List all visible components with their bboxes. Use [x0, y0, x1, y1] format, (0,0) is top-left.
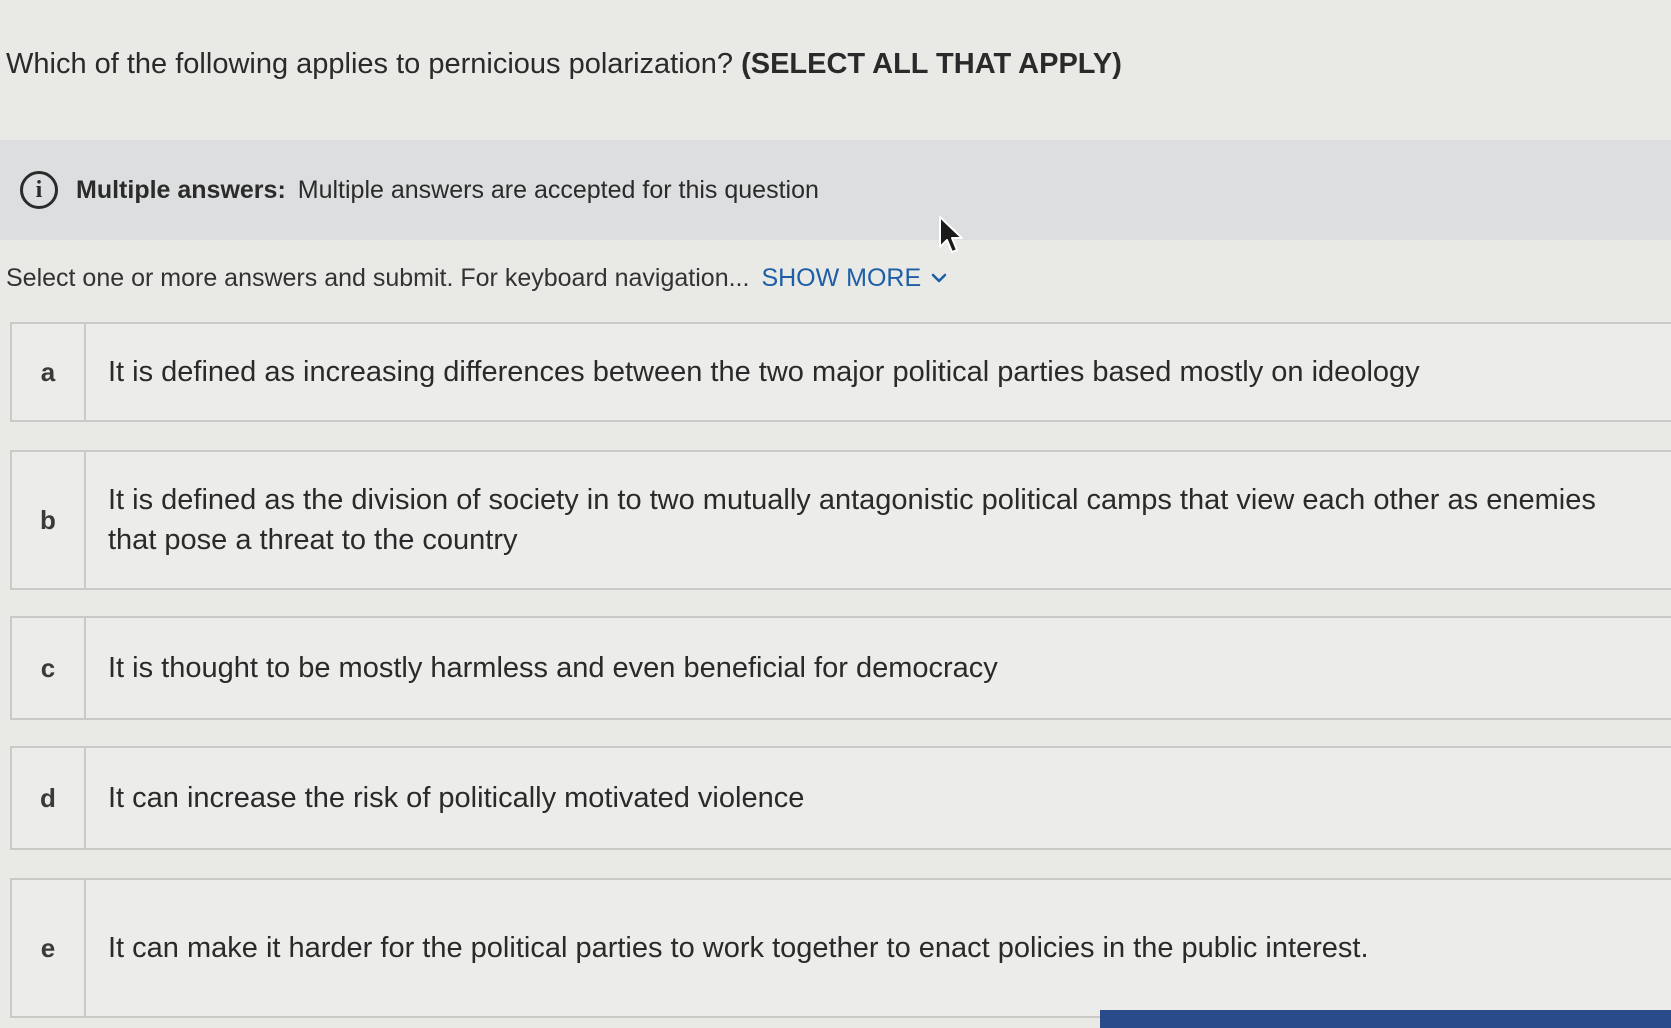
option-letter: a	[12, 324, 86, 420]
option-letter: e	[12, 880, 86, 1016]
instructions-text: Select one or more answers and submit. F…	[6, 264, 750, 292]
option-text: It is defined as increasing differences …	[108, 356, 1420, 388]
instructions: Select one or more answers and submit. F…	[6, 258, 947, 298]
option-letter: b	[12, 452, 86, 588]
answer-option-b[interactable]: b It is defined as the division of socie…	[10, 450, 1671, 590]
option-text: It is thought to be mostly harmless and …	[108, 652, 998, 684]
info-icon: i	[20, 171, 58, 209]
bottom-bar	[1100, 1010, 1671, 1028]
option-letter: c	[12, 618, 86, 718]
show-more-link[interactable]: SHOW MORE	[761, 258, 947, 298]
question-text: Which of the following applies to pernic…	[6, 48, 742, 80]
option-text: It is defined as the division of society…	[108, 484, 1596, 556]
multiple-answers-banner: i Multiple answers: Multiple answers are…	[0, 140, 1671, 240]
quiz-page: Which of the following applies to pernic…	[0, 0, 1671, 1028]
mouse-pointer-icon	[939, 216, 963, 253]
answer-option-c[interactable]: c It is thought to be mostly harmless an…	[10, 616, 1671, 720]
answer-option-e[interactable]: e It can make it harder for the politica…	[10, 878, 1671, 1018]
option-text: It can increase the risk of politically …	[108, 782, 805, 814]
chevron-down-icon	[931, 273, 947, 283]
show-more-label: SHOW MORE	[761, 264, 922, 292]
banner-label: Multiple answers:	[76, 175, 286, 204]
question-prompt: Which of the following applies to pernic…	[6, 44, 1306, 84]
answer-option-a[interactable]: a It is defined as increasing difference…	[10, 322, 1671, 422]
banner-text: Multiple answers are accepted for this q…	[297, 175, 819, 204]
option-text: It can make it harder for the political …	[108, 932, 1369, 964]
question-emphasis: (SELECT ALL THAT APPLY)	[741, 48, 1122, 80]
answer-option-d[interactable]: d It can increase the risk of politicall…	[10, 746, 1671, 850]
option-letter: d	[12, 748, 86, 848]
